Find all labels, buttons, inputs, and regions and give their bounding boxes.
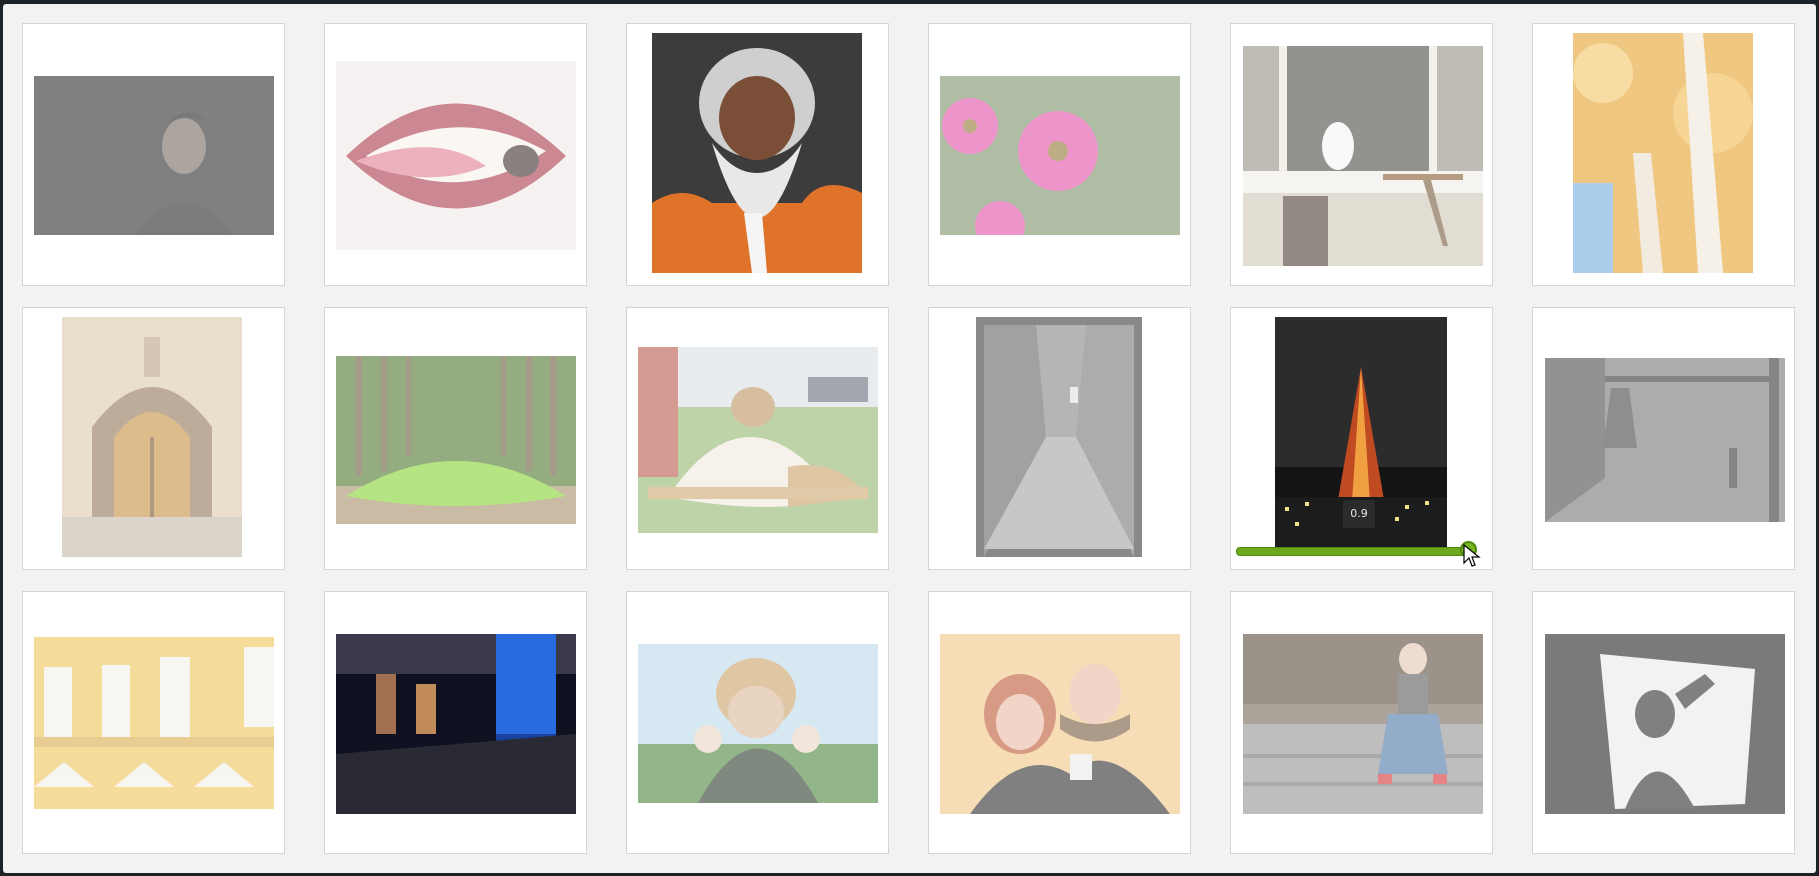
photo-arched-door[interactable] (62, 317, 242, 557)
photo-yellow-building[interactable] (34, 637, 274, 809)
slider-value-tooltip: 0.9 (1343, 500, 1375, 528)
photo-blue-interior[interactable] (336, 634, 576, 814)
mouse-cursor-icon (1463, 544, 1481, 567)
photo-autumn-birch[interactable] (1573, 33, 1753, 273)
photo-man-on-stoop[interactable] (1243, 634, 1483, 814)
photo-cat-window[interactable] (1243, 46, 1483, 266)
photo-green-canal[interactable] (336, 356, 576, 524)
slider-track[interactable] (1236, 547, 1468, 556)
photo-shih-tzu[interactable] (638, 347, 878, 533)
photo-man-dark[interactable] (34, 76, 274, 235)
photo-pink-flowers[interactable] (940, 76, 1180, 235)
photo-couple-hug[interactable] (940, 634, 1180, 814)
photo-bearded-man[interactable] (652, 33, 862, 273)
photo-cobblestone-alley[interactable] (976, 317, 1142, 557)
photo-shadow-screen[interactable] (1545, 634, 1785, 814)
photo-lips-glitter[interactable] (336, 61, 576, 250)
opacity-slider[interactable]: 0.9 (1236, 500, 1484, 570)
photo-boy-covering-face[interactable] (638, 644, 878, 803)
photo-street-lamp[interactable] (1545, 358, 1785, 522)
